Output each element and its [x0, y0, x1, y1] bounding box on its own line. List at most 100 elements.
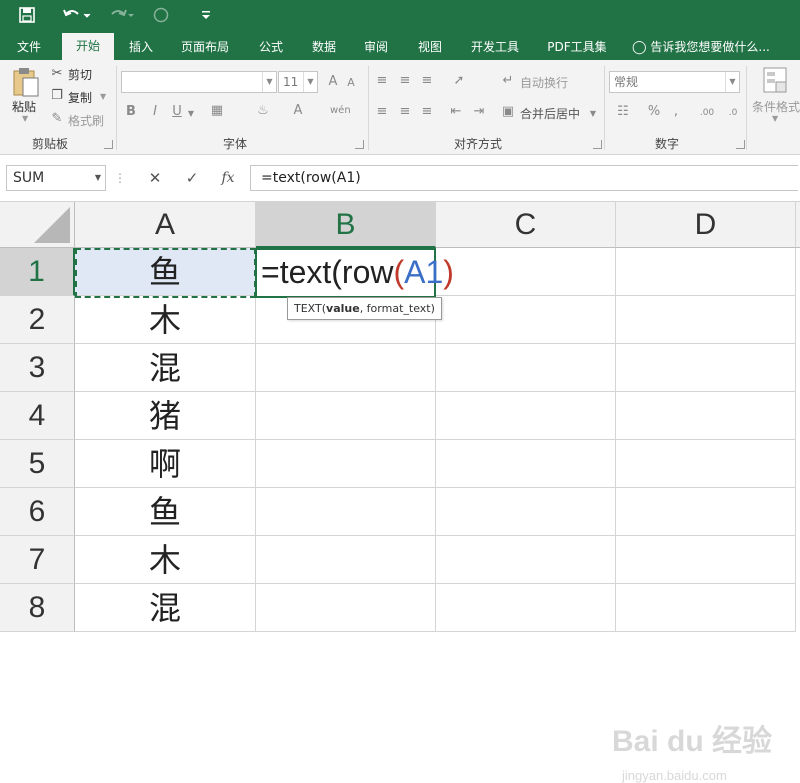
phonetic-icon[interactable]: wén — [330, 102, 351, 120]
cell-d4[interactable] — [616, 392, 796, 440]
paste-dropdown-icon[interactable]: ▼ — [22, 114, 28, 123]
number-format-select[interactable]: 常规 ▼ — [609, 71, 740, 93]
tab-insert[interactable]: 插入 — [118, 36, 164, 60]
cell-a6[interactable]: 鱼 — [75, 488, 256, 536]
cell-c8[interactable] — [436, 584, 616, 632]
insert-function-icon[interactable]: fx — [214, 167, 242, 189]
cell-b5[interactable] — [256, 440, 436, 488]
cell-d7[interactable] — [616, 536, 796, 584]
copy-button[interactable]: 复制 — [68, 89, 92, 106]
row-header-6[interactable]: 6 — [0, 488, 75, 536]
align-middle-icon[interactable]: ≡ — [397, 72, 413, 90]
cell-b6[interactable] — [256, 488, 436, 536]
merge-center-button[interactable]: 合并后居中 — [520, 105, 580, 122]
merge-center-icon[interactable]: ▣ — [500, 103, 516, 121]
tab-formulas[interactable]: 公式 — [250, 36, 292, 60]
alignment-launcher-icon[interactable] — [593, 140, 602, 149]
tab-page-layout[interactable]: 页面布局 — [174, 36, 236, 60]
bold-icon[interactable]: B — [123, 103, 139, 121]
align-top-icon[interactable]: ≡ — [374, 72, 390, 90]
number-launcher-icon[interactable] — [736, 140, 745, 149]
cell-b1-editing[interactable]: =text(row(A1) — [255, 248, 454, 298]
cell-a8[interactable]: 混 — [75, 584, 256, 632]
cell-b3[interactable] — [256, 344, 436, 392]
undo-icon[interactable] — [60, 4, 94, 26]
cell-c4[interactable] — [436, 392, 616, 440]
tab-review[interactable]: 审阅 — [354, 36, 398, 60]
column-header-b[interactable]: B — [256, 202, 436, 248]
tell-me-box[interactable]: ◯ 告诉我您想要做什么... — [632, 36, 798, 60]
row-header-7[interactable]: 7 — [0, 536, 75, 584]
column-header-d[interactable]: D — [616, 202, 796, 248]
wrap-text-button[interactable]: 自动换行 — [520, 74, 568, 91]
align-left-icon[interactable]: ≡ — [374, 103, 390, 121]
italic-icon[interactable]: I — [147, 103, 163, 121]
format-painter-button[interactable]: 格式刷 — [68, 112, 104, 129]
redo-icon[interactable] — [104, 4, 138, 26]
cell-b7[interactable] — [256, 536, 436, 584]
column-header-a[interactable]: A — [75, 202, 256, 248]
decrease-font-icon[interactable]: A — [344, 74, 358, 92]
cell-c2[interactable] — [436, 296, 616, 344]
cell-c1[interactable] — [436, 248, 616, 296]
clipboard-launcher-icon[interactable] — [104, 140, 113, 149]
align-right-icon[interactable]: ≡ — [419, 103, 435, 121]
fill-color-icon[interactable]: ♨ — [254, 102, 272, 120]
row-header-3[interactable]: 3 — [0, 344, 75, 392]
copy-icon[interactable]: ❐ — [49, 87, 65, 105]
circle-icon[interactable] — [150, 4, 172, 26]
tab-pdf-tools[interactable]: PDF工具集 — [540, 36, 614, 60]
decrease-indent-icon[interactable]: ⇤ — [448, 103, 464, 121]
row-header-2[interactable]: 2 — [0, 296, 75, 344]
tab-data[interactable]: 数据 — [302, 36, 346, 60]
font-name-select[interactable]: ▼ — [121, 71, 277, 93]
cell-b4[interactable] — [256, 392, 436, 440]
wrap-text-icon[interactable]: ↵ — [500, 72, 516, 90]
chevron-down-icon[interactable]: ▼ — [186, 105, 196, 123]
font-launcher-icon[interactable] — [355, 140, 364, 149]
row-header-5[interactable]: 5 — [0, 440, 75, 488]
cell-b8[interactable] — [256, 584, 436, 632]
conditional-format-icon[interactable] — [762, 66, 790, 96]
percent-icon[interactable]: % — [646, 103, 662, 121]
cell-c5[interactable] — [436, 440, 616, 488]
cell-c7[interactable] — [436, 536, 616, 584]
name-box[interactable]: SUM ▼ — [6, 165, 106, 191]
cell-a7[interactable]: 木 — [75, 536, 256, 584]
paste-button[interactable]: 粘贴 — [12, 98, 36, 115]
column-header-e[interactable] — [796, 202, 800, 248]
orientation-icon[interactable]: ➚ — [450, 72, 468, 90]
cell-d5[interactable] — [616, 440, 796, 488]
tab-home[interactable]: 开始 — [62, 33, 114, 60]
cell-d8[interactable] — [616, 584, 796, 632]
cell-a5[interactable]: 啊 — [75, 440, 256, 488]
cell-a2[interactable]: 木 — [75, 296, 256, 344]
paste-icon[interactable] — [11, 66, 41, 98]
tooltip-active-arg[interactable]: value — [326, 302, 360, 315]
cell-d2[interactable] — [616, 296, 796, 344]
increase-indent-icon[interactable]: ⇥ — [471, 103, 487, 121]
save-icon[interactable] — [16, 4, 38, 26]
copy-dropdown-icon[interactable]: ▼ — [100, 92, 106, 101]
customize-icon[interactable] — [198, 4, 214, 26]
align-bottom-icon[interactable]: ≡ — [419, 72, 435, 90]
function-tooltip[interactable]: TEXT(value, format_text) — [287, 297, 442, 320]
tab-developer[interactable]: 开发工具 — [462, 36, 528, 60]
row-header-8[interactable]: 8 — [0, 584, 75, 632]
cell-d1[interactable] — [616, 248, 796, 296]
underline-icon[interactable]: U — [169, 103, 185, 121]
formula-input[interactable]: =text(row(A1) — [250, 165, 798, 191]
borders-icon[interactable]: ▦ — [208, 102, 226, 120]
cell-d6[interactable] — [616, 488, 796, 536]
select-all-corner[interactable] — [0, 202, 75, 248]
format-painter-icon[interactable]: ✎ — [49, 110, 65, 128]
cancel-icon[interactable]: ✕ — [141, 167, 169, 189]
chevron-down-icon[interactable]: ▼ — [772, 114, 778, 123]
decrease-decimal-icon[interactable]: .0 — [722, 104, 744, 122]
font-color-icon[interactable]: A — [290, 102, 306, 120]
cell-d3[interactable] — [616, 344, 796, 392]
font-size-select[interactable]: 11 ▼ — [278, 71, 318, 93]
cell-a3[interactable]: 混 — [75, 344, 256, 392]
comma-style-icon[interactable]: , — [670, 103, 682, 121]
row-header-4[interactable]: 4 — [0, 392, 75, 440]
